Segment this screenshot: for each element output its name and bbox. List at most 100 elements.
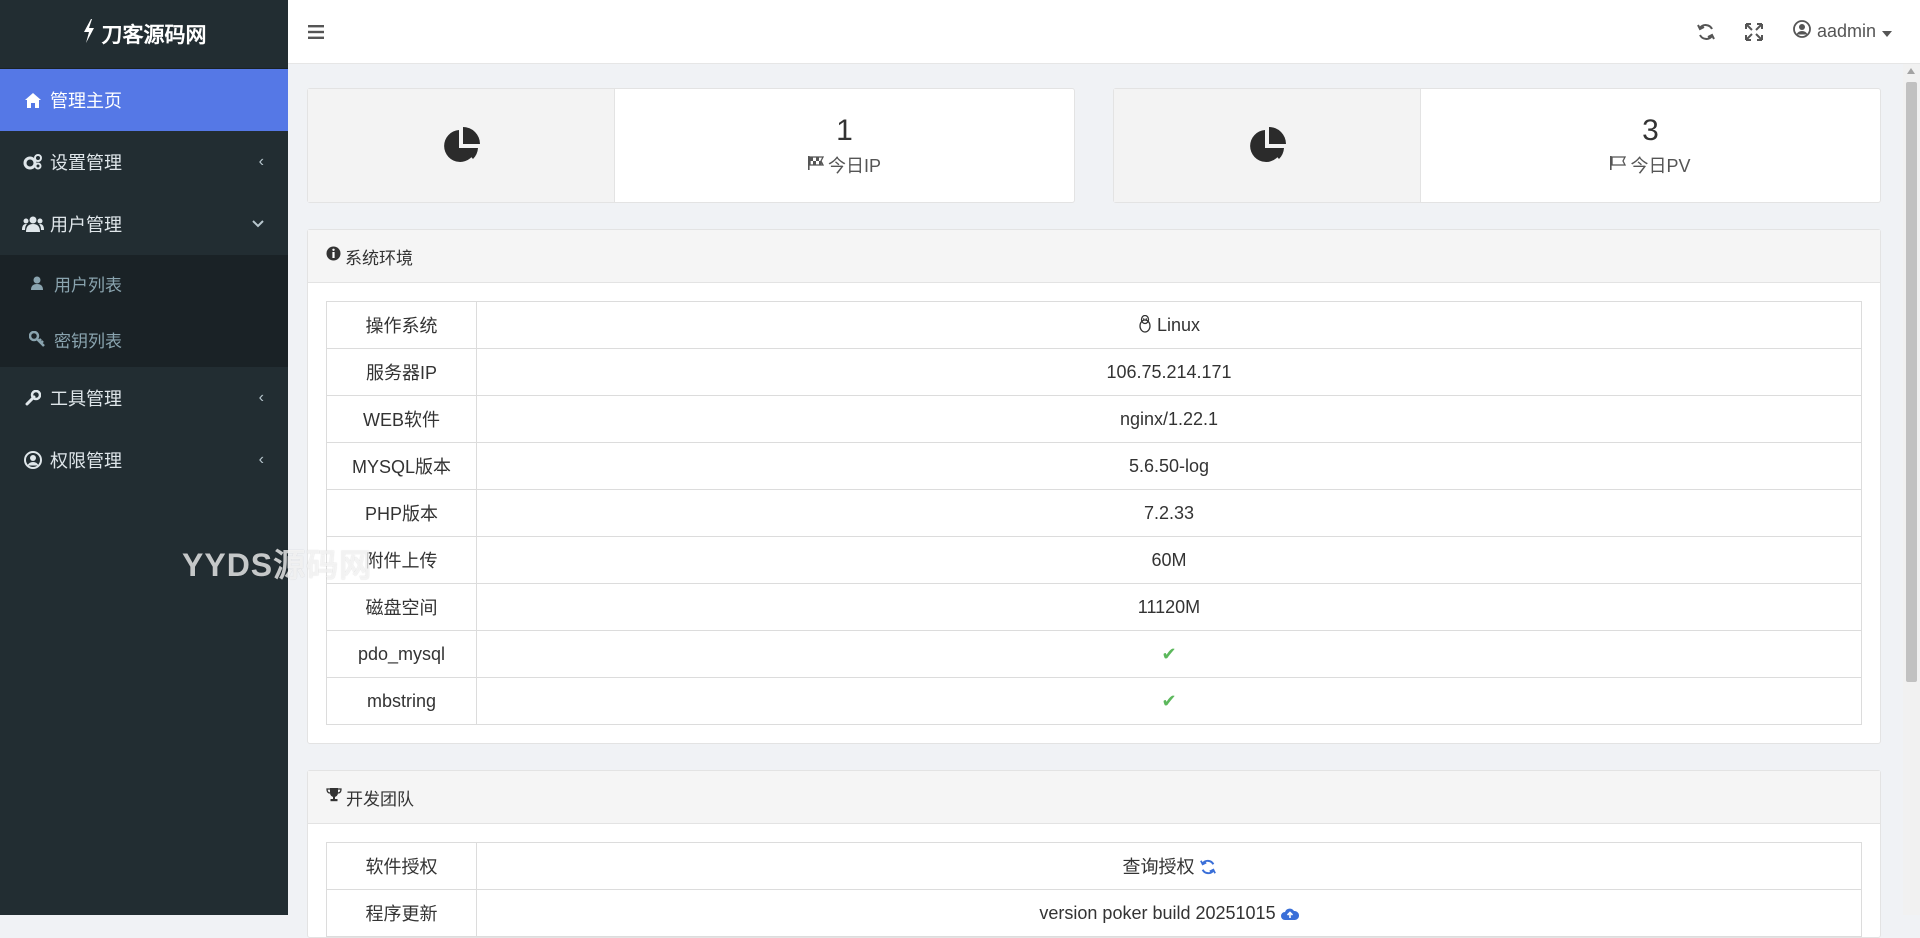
sidebar-item-users[interactable]: 用户管理 xyxy=(0,193,288,255)
table-row: WEB软件 nginx/1.22.1 xyxy=(326,395,1862,443)
refresh-icon[interactable] xyxy=(1697,23,1715,41)
stat-box-ip: 1 今日IP xyxy=(307,88,1075,203)
wrench-icon xyxy=(22,390,44,406)
cogs-icon xyxy=(22,154,44,170)
row-key: PHP版本 xyxy=(326,489,477,537)
stat-label-text: 今日IP xyxy=(827,155,881,176)
brand[interactable]: 刀客源码网 xyxy=(0,0,288,69)
panel-heading: 开发团队 xyxy=(308,771,1880,824)
os-value: Linux xyxy=(1156,314,1201,335)
subitem-label: 用户列表 xyxy=(54,275,122,295)
users-subnav: 用户列表 密钥列表 xyxy=(0,255,288,367)
panel-title: 系统环境 xyxy=(345,248,413,268)
bolt-icon xyxy=(82,19,96,49)
sidebar-item-settings[interactable]: 设置管理 ‹ xyxy=(0,131,288,193)
trophy-icon xyxy=(326,787,342,807)
sidebar-item-home[interactable]: 管理主页 xyxy=(0,69,288,131)
query-license-link[interactable]: 查询授权 xyxy=(1122,857,1194,877)
chevron-left-icon: ‹ xyxy=(258,389,264,406)
sidebar-item-label: 工具管理 xyxy=(50,389,122,409)
dev-team-panel: 开发团队 软件授权 查询授权 程序更新 version poker build … xyxy=(307,770,1881,938)
row-value: nginx/1.22.1 xyxy=(476,395,1862,443)
row-value: ✔ xyxy=(476,677,1862,725)
sidebar-item-tools[interactable]: 工具管理 ‹ xyxy=(0,367,288,429)
stat-label: 今日IP xyxy=(807,152,881,178)
row-value[interactable]: version poker build 20251015 xyxy=(476,889,1862,937)
user-icon xyxy=(28,276,46,290)
home-icon xyxy=(22,92,44,108)
row-value[interactable]: 查询授权 xyxy=(476,842,1862,890)
scroll-up-arrow-icon[interactable] xyxy=(1907,68,1915,74)
system-env-panel: 系统环境 操作系统 Linux 服务器IP 106.75.214.171 WEB… xyxy=(307,229,1881,744)
row-key: 磁盘空间 xyxy=(326,583,477,631)
topbar: aadmin xyxy=(288,0,1920,64)
table-row: 软件授权 查询授权 xyxy=(326,842,1862,890)
users-icon xyxy=(22,216,44,232)
flag-icon xyxy=(1610,154,1627,175)
main-content: 1 今日IP 3 今日PV 系统环境 操作系统 Linux 服务器IP 106.… xyxy=(307,88,1881,938)
subitem-label: 密钥列表 xyxy=(54,331,122,351)
linux-icon xyxy=(1138,314,1152,333)
bars-icon[interactable] xyxy=(308,19,324,45)
env-table: 操作系统 Linux 服务器IP 106.75.214.171 WEB软件 ng… xyxy=(326,301,1862,725)
table-row: 磁盘空间 11120M xyxy=(326,583,1862,631)
panel-heading: 系统环境 xyxy=(308,230,1880,283)
pie-chart-icon xyxy=(1114,89,1421,202)
table-row: mbstring ✔ xyxy=(326,677,1862,725)
pie-chart-icon xyxy=(308,89,615,202)
table-row: pdo_mysql ✔ xyxy=(326,630,1862,678)
panel-title: 开发团队 xyxy=(346,789,414,809)
user-circle-icon xyxy=(22,451,44,469)
table-row: 附件上传 60M xyxy=(326,536,1862,584)
row-value: Linux xyxy=(476,301,1862,349)
row-value: 106.75.214.171 xyxy=(476,348,1862,396)
row-key: 服务器IP xyxy=(326,348,477,396)
scrollbar[interactable] xyxy=(1903,64,1920,915)
chevron-left-icon: ‹ xyxy=(258,153,264,170)
row-value: 11120M xyxy=(476,583,1862,631)
table-row: 程序更新 version poker build 20251015 xyxy=(326,889,1862,937)
row-value: ✔ xyxy=(476,630,1862,678)
sidebar-subitem-user-list[interactable]: 用户列表 xyxy=(0,255,288,311)
stat-label-text: 今日PV xyxy=(1630,155,1691,176)
row-value: 7.2.33 xyxy=(476,489,1862,537)
chevron-left-icon: ‹ xyxy=(258,451,264,468)
stat-value: 3 xyxy=(1642,113,1659,147)
panel-body: 操作系统 Linux 服务器IP 106.75.214.171 WEB软件 ng… xyxy=(308,283,1880,743)
caret-down-icon xyxy=(1882,21,1892,42)
row-key: MYSQL版本 xyxy=(326,442,477,490)
table-row: 服务器IP 106.75.214.171 xyxy=(326,348,1862,396)
key-icon xyxy=(28,331,46,347)
row-value: 60M xyxy=(476,536,1862,584)
expand-icon[interactable] xyxy=(1744,22,1763,41)
table-row: PHP版本 7.2.33 xyxy=(326,489,1862,537)
row-key: pdo_mysql xyxy=(326,630,477,678)
panel-body: 软件授权 查询授权 程序更新 version poker build 20251… xyxy=(308,824,1880,937)
row-value: 5.6.50-log xyxy=(476,442,1862,490)
check-icon: ✔ xyxy=(1161,690,1177,711)
stat-text: 1 今日IP xyxy=(615,89,1074,202)
flag-checkered-icon xyxy=(807,154,825,175)
refresh-icon[interactable] xyxy=(1199,859,1216,875)
info-circle-icon xyxy=(326,246,341,266)
table-row: MYSQL版本 5.6.50-log xyxy=(326,442,1862,490)
scrollbar-thumb[interactable] xyxy=(1906,82,1917,682)
row-key: 软件授权 xyxy=(326,842,477,890)
sidebar-item-label: 设置管理 xyxy=(50,153,122,173)
row-key: mbstring xyxy=(326,677,477,725)
sidebar-item-label: 用户管理 xyxy=(50,215,122,235)
sidebar-subitem-key-list[interactable]: 密钥列表 xyxy=(0,311,288,367)
stat-text: 3 今日PV xyxy=(1421,89,1880,202)
user-menu[interactable]: aadmin xyxy=(1793,20,1892,43)
row-key: 程序更新 xyxy=(326,889,477,937)
sidebar-item-label: 权限管理 xyxy=(50,451,122,471)
sidebar-item-permissions[interactable]: 权限管理 ‹ xyxy=(0,429,288,491)
cloud-upload-icon[interactable] xyxy=(1280,907,1299,921)
row-key: WEB软件 xyxy=(326,395,477,443)
stat-value: 1 xyxy=(836,113,853,147)
stat-row: 1 今日IP 3 今日PV xyxy=(307,88,1881,203)
check-icon: ✔ xyxy=(1161,643,1177,664)
brand-title: 刀客源码网 xyxy=(101,24,207,47)
table-row: 操作系统 Linux xyxy=(326,301,1862,349)
sidebar-item-label: 管理主页 xyxy=(50,91,122,111)
